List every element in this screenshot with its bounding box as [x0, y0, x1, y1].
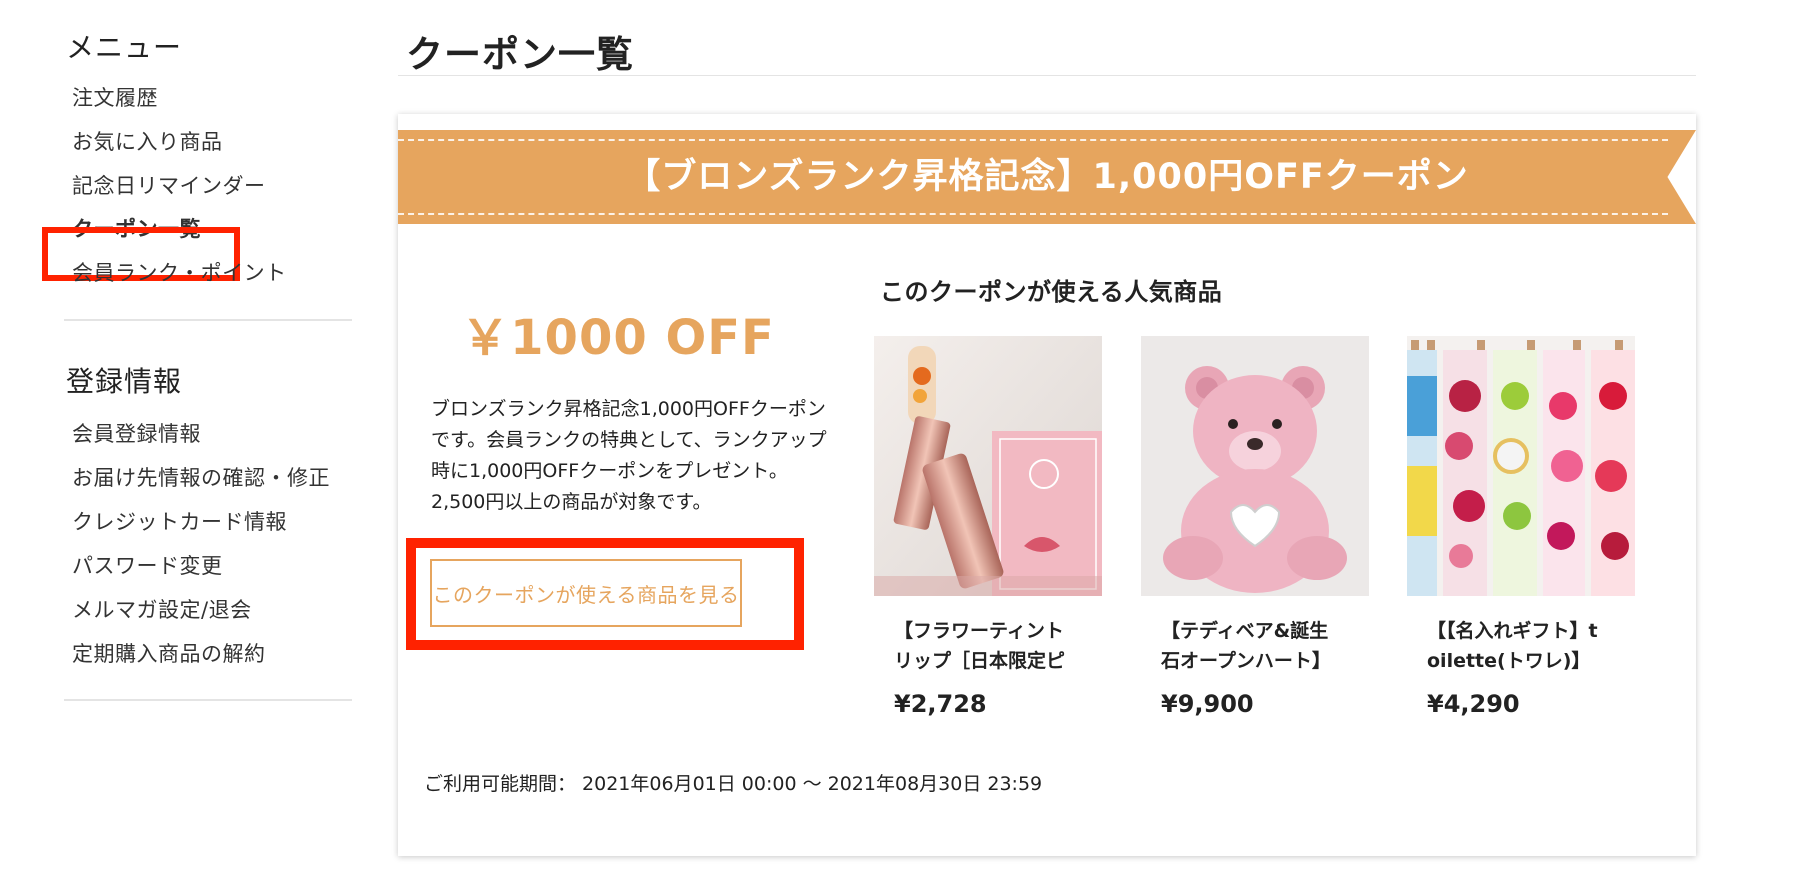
title-divider [398, 75, 1696, 76]
product-name[interactable]: 【【名入れギフト】toilette(トワレ)】 [1427, 616, 1607, 676]
product-card[interactable]: 【【名入れギフト】toilette(トワレ)】 ¥4,290 [1407, 336, 1637, 718]
popular-products-title: このクーポンが使える人気商品 [880, 278, 1223, 306]
page-title: クーポン一覧 [406, 33, 634, 76]
coupon-banner: 【ブロンズランク昇格記念】1,000円OFFクーポン [398, 130, 1696, 224]
sidebar-item-newsletter-settings[interactable]: メルマガ設定/退会 [72, 594, 252, 624]
sidebar-item-password-change[interactable]: パスワード変更 [72, 550, 223, 580]
sidebar-divider [64, 319, 352, 321]
product-name[interactable]: 【テディベア&誕生石オープンハート】 [1161, 616, 1341, 676]
product-price: ¥2,728 [894, 690, 987, 718]
sidebar-divider-bottom [64, 699, 352, 701]
sidebar-item-member-info[interactable]: 会員登録情報 [72, 418, 201, 448]
sidebar-item-member-rank-points[interactable]: 会員ランク・ポイント [72, 257, 287, 287]
coupon-banner-title: 【ブロンズランク昇格記念】1,000円OFFクーポン [625, 157, 1469, 197]
sidebar-item-anniversary-reminder[interactable]: 記念日リマインダー [72, 170, 266, 200]
coupon-validity-period: ご利用可能期間： 2021年06月01日 00:00 〜 2021年08月30日… [424, 773, 1043, 795]
sidebar: メニュー 注文履歴 お気に入り商品 記念日リマインダー クーポン一覧 会員ランク… [0, 0, 360, 883]
menu-section-title: メニュー [66, 31, 183, 64]
sidebar-item-credit-card[interactable]: クレジットカード情報 [72, 506, 287, 536]
coupon-card: 【ブロンズランク昇格記念】1,000円OFFクーポン ￥1000 OFF ブロン… [398, 114, 1696, 856]
sidebar-item-favorites[interactable]: お気に入り商品 [72, 126, 223, 156]
product-image-lip-tint[interactable] [874, 336, 1102, 596]
sidebar-item-delivery-address[interactable]: お届け先情報の確認・修正 [72, 462, 330, 492]
product-image-teddy-bear[interactable] [1141, 336, 1369, 596]
discount-amount: ￥1000 OFF [461, 310, 775, 366]
product-card[interactable]: 【フラワーティントリップ［日本限定ピ ¥2,728 [874, 336, 1104, 718]
sidebar-item-order-history[interactable]: 注文履歴 [72, 82, 158, 112]
sidebar-item-cancel-subscription[interactable]: 定期購入商品の解約 [72, 638, 266, 668]
product-name[interactable]: 【フラワーティントリップ［日本限定ピ [894, 616, 1074, 676]
coupon-description: ブロンズランク昇格記念1,000円OFFクーポンです。会員ランクの特典として、ラ… [431, 398, 827, 513]
product-price: ¥4,290 [1427, 690, 1520, 718]
product-card[interactable]: 【テディベア&誕生石オープンハート】 ¥9,900 [1141, 336, 1371, 718]
sidebar-item-coupons[interactable]: クーポン一覧 [72, 213, 201, 243]
registration-section-title: 登録情報 [66, 365, 183, 398]
product-price: ¥9,900 [1161, 690, 1254, 718]
view-eligible-products-button[interactable]: このクーポンが使える商品を見る [430, 559, 742, 627]
product-image-herbarium[interactable] [1407, 336, 1635, 596]
